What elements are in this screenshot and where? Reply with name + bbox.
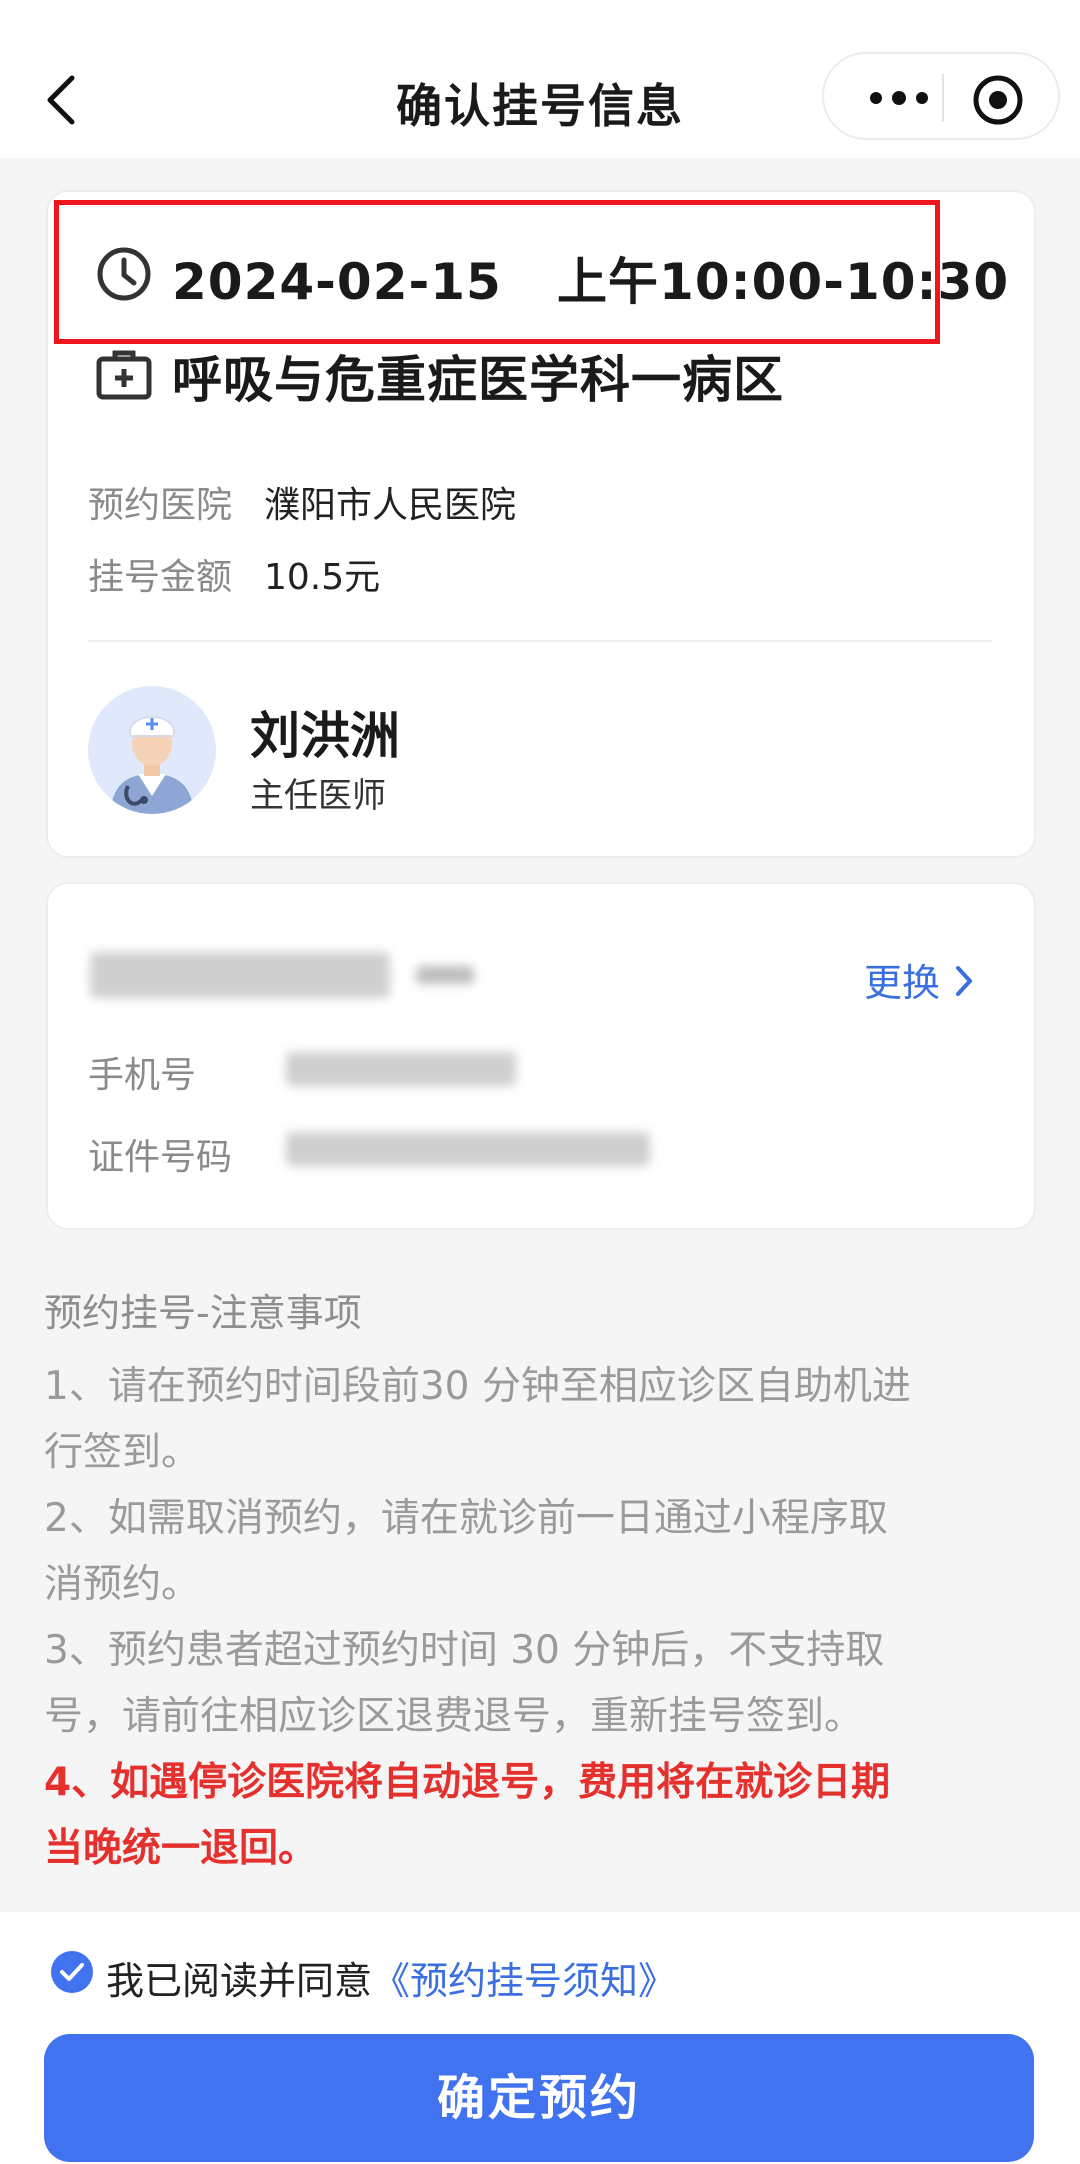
notice-warning-line: 4、如遇停诊医院将自动退号，费用将在就诊日期 (44, 1760, 891, 1805)
agreement-text: 我已阅读并同意《预约挂号须知》 (106, 1950, 676, 2005)
hospital-label: 预约医院 (88, 485, 233, 526)
notice-line: 2、如需取消预约，请在就诊前一日通过小程序取 (44, 1496, 888, 1541)
doctor-title: 主任医师 (250, 776, 386, 816)
doctor-name: 刘洪洲 (250, 707, 400, 765)
fee-label: 挂号金额 (88, 557, 233, 598)
medical-kit-icon (96, 350, 152, 400)
change-patient-button[interactable]: 更换 (864, 952, 940, 1007)
confirm-appointment-button[interactable]: 确定预约 (44, 2034, 1034, 2162)
notice-line: 3、预约患者超过预约时间 30 分钟后，不支持取 (44, 1628, 885, 1673)
patient-name-redacted (90, 952, 390, 998)
navigation-bar: 确认挂号信息 (0, 0, 1080, 158)
phone-value-redacted (286, 1052, 516, 1086)
department-name: 呼吸与危重症医学科一病区 (172, 351, 784, 409)
notice-line: 号，请前往相应诊区退费退号，重新挂号签到。 (44, 1694, 864, 1739)
agree-checkbox-icon[interactable] (50, 1950, 94, 1994)
notice-line: 行签到。 (44, 1430, 201, 1475)
capsule-divider (942, 74, 944, 122)
notice-line: 1、请在预约时间段前30 分钟至相应诊区自助机进 (44, 1364, 911, 1409)
notice-line: 消预约。 (44, 1562, 201, 1607)
notice-title: 预约挂号-注意事项 (44, 1291, 362, 1335)
id-number-label: 证件号码 (88, 1137, 233, 1178)
chevron-right-icon[interactable] (952, 962, 976, 1000)
fee-value: 10.5元 (264, 557, 381, 598)
agreement-label: 我已阅读并同意 (106, 1959, 373, 2003)
id-number-redacted (286, 1132, 650, 1166)
more-icon[interactable] (864, 78, 934, 118)
agreement-link[interactable]: 《预约挂号须知》 (372, 1959, 676, 2003)
miniprogram-capsule (822, 52, 1060, 140)
appointment-time: 2024-02-15 上午10:00-10:30 (172, 253, 1010, 311)
doctor-avatar (88, 686, 216, 814)
card-divider (88, 640, 992, 642)
notice-warning-line: 当晚统一退回。 (44, 1826, 318, 1871)
phone-label: 手机号 (88, 1055, 197, 1096)
close-miniprogram-icon[interactable] (972, 74, 1024, 126)
patient-tag-redacted (416, 966, 474, 984)
hospital-value: 濮阳市人民医院 (264, 485, 517, 526)
clock-icon (97, 247, 151, 301)
